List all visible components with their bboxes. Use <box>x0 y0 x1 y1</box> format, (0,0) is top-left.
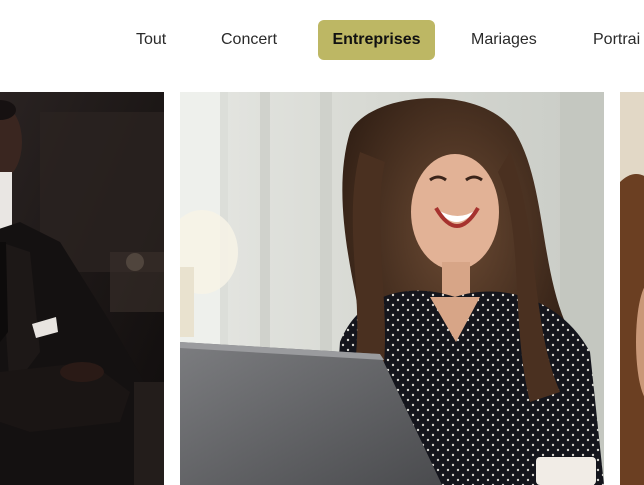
gallery-photo-man-in-suit[interactable] <box>0 92 164 485</box>
page: Tout Concert Entreprises Mariages Portra… <box>0 0 644 485</box>
filter-entreprises-active[interactable]: Entreprises <box>318 20 435 60</box>
man-in-suit-image <box>0 92 164 485</box>
portfolio-filter-nav: Tout Concert Entreprises Mariages Portra… <box>0 0 644 92</box>
gallery-photo-partial-portrait[interactable] <box>620 92 644 485</box>
filter-concert[interactable]: Concert <box>221 20 277 60</box>
filter-tout[interactable]: Tout <box>136 20 166 60</box>
portfolio-gallery <box>0 92 644 485</box>
gallery-photo-laughing-woman[interactable] <box>180 92 604 485</box>
filter-portraits[interactable]: Portrai <box>593 20 640 60</box>
partial-portrait-image <box>620 92 644 485</box>
filter-mariages[interactable]: Mariages <box>471 20 537 60</box>
laughing-woman-laptop-image <box>180 92 604 485</box>
